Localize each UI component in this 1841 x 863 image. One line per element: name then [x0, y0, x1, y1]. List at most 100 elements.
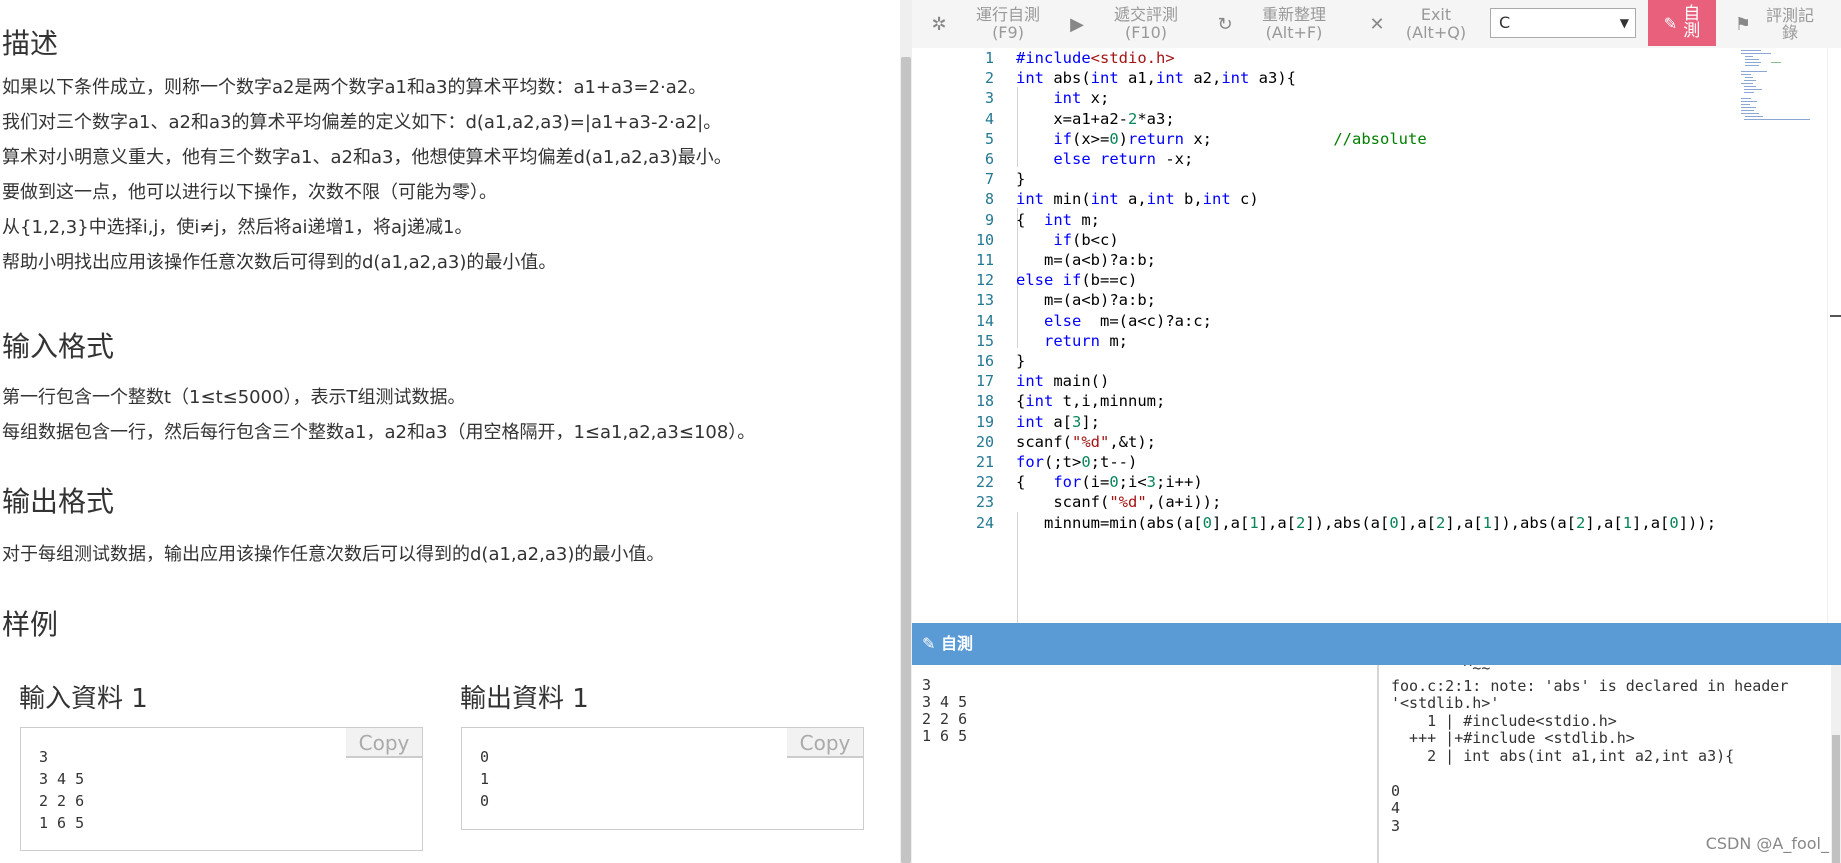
code-line: scanf("%d",&t);: [1016, 432, 1156, 451]
line-number: 1: [984, 49, 994, 67]
input-format-body: 第一行包含一个整数t（1≤t≤5000），表示T组测试数据。 每组数据包含一行，…: [0, 380, 755, 450]
line-number: 23: [975, 493, 994, 512]
format-label: 重新整理: [1261, 5, 1326, 24]
output-format-line: 对于每组测试数据，输出应用该操作任意次数后可以得到的d(a1,a2,a3)的最小…: [2, 544, 665, 565]
output-scrollbar[interactable]: [1831, 665, 1841, 863]
code-line: else return -x;: [1053, 150, 1194, 168]
copy-sample-input-button[interactable]: Copy: [346, 728, 422, 758]
line-number: 16: [975, 352, 994, 370]
refresh-icon: ↻: [1217, 13, 1233, 35]
self-test-output-text: ^~~ foo.c:2:1: note: 'abs' is declared i…: [1391, 665, 1789, 835]
sample-output-box: 0 1 0 Copy: [461, 727, 864, 830]
code-line: int main(): [1016, 372, 1110, 391]
records-label: 評測記 錄: [1766, 6, 1815, 42]
line-number: 22: [975, 473, 994, 492]
description-line: 帮助小明找出应用该操作任意次数后可得到的d(a1,a2,a3)的最小值。: [2, 252, 557, 273]
copy-sample-output-button[interactable]: Copy: [787, 728, 863, 758]
chevron-down-icon: ▼: [1619, 16, 1629, 30]
line-number: 14: [975, 311, 994, 330]
scroll-marker: [1830, 315, 1841, 317]
input-format-line: 每组数据包含一行，然后每行包含三个整数a1，a2和a3（用空格隔开，1≤a1,a…: [2, 422, 756, 443]
code-line: for(;t>0;t--): [1016, 453, 1138, 471]
line-number: 10: [975, 230, 994, 249]
run-self-test-button[interactable]: ✲ 運行自測 (F9): [928, 0, 1056, 48]
play-icon: ▶: [1070, 13, 1084, 35]
sample-input-box: 3 3 4 5 2 2 6 1 6 5 Copy: [20, 727, 423, 851]
submit-button[interactable]: ▶ 遞交評測 (F10): [1066, 0, 1194, 48]
gear-icon: ✲: [931, 13, 947, 35]
code-line: else m=(a<c)?a:c;: [1044, 311, 1212, 330]
output-format-heading: 输出格式: [2, 485, 115, 518]
language-select[interactable]: C ▼: [1490, 8, 1636, 38]
format-code-button[interactable]: ↻ 重新整理 (Alt+F): [1214, 0, 1342, 48]
code-line: minnum=min(abs(a[0],a[1],a[2]),abs(a[0],…: [1016, 513, 1717, 532]
code-line: else if(b==c): [1016, 271, 1138, 290]
code-area[interactable]: #include<stdio.h> int abs(int a1,int a2,i…: [1016, 48, 1716, 623]
line-number: 6: [984, 150, 994, 168]
sample-heading: 样例: [2, 608, 59, 641]
code-line: if(x>=0)return x; //absolute: [1053, 129, 1427, 148]
exit-label: Exit: [1420, 5, 1452, 24]
sample-input-title: 輸入資料 1: [19, 684, 148, 714]
sample-output-title: 輸出資料 1: [460, 684, 589, 714]
description-line: 从{1,2,3}中选择i,j，使i≠j，然后将ai递增1，将aj递减1。: [2, 217, 473, 238]
run-shortcut: (F9): [992, 23, 1024, 42]
code-line: return m;: [1044, 331, 1128, 350]
line-number: 17: [975, 372, 994, 391]
code-line: int x;: [1053, 89, 1110, 108]
exit-shortcut: (Alt+Q): [1405, 23, 1467, 42]
line-number: 24: [975, 513, 994, 532]
line-number: 12: [975, 271, 994, 290]
description-heading: 描述: [2, 27, 59, 60]
code-line: if(b<c): [1053, 230, 1119, 249]
description-line: 如果以下条件成立，则称一个数字a2是两个数字a1和a3的算术平均数：a1+a3=…: [2, 77, 707, 98]
input-format-heading: 输入格式: [2, 330, 115, 363]
line-number: 19: [975, 412, 994, 431]
pencil-icon: ✎: [1663, 13, 1678, 33]
pane-scrollbar-thumb[interactable]: [901, 57, 911, 863]
run-label: 運行自測: [975, 5, 1040, 24]
submit-label: 遞交評測: [1113, 5, 1178, 24]
pencil-icon: ✎: [922, 634, 941, 653]
ide-pane: ✲ 運行自測 (F9) ▶ 遞交評測 (F10) ↻ 重新整理 (Alt+F): [912, 0, 1841, 863]
exit-button[interactable]: ✕ Exit (Alt+Q): [1366, 0, 1474, 48]
editor-scrollbar[interactable]: [1827, 48, 1841, 623]
flag-icon: ⚑: [1734, 13, 1752, 35]
description-body: 如果以下条件成立，则称一个数字a2是两个数字a1和a3的算术平均数：a1+a3=…: [0, 70, 732, 280]
line-number: 11: [975, 251, 994, 269]
submit-shortcut: (F10): [1124, 23, 1168, 42]
line-number: 13: [975, 291, 994, 310]
self-test-panel: 3 3 4 5 2 2 6 1 6 5 ^~~ foo.c:2:1: note:…: [912, 665, 1841, 863]
self-test-button[interactable]: ✎ 自 測: [1648, 0, 1716, 46]
code-line: { int m;: [1016, 210, 1100, 229]
pane-scrollbar[interactable]: [900, 0, 912, 863]
minimap[interactable]: [1741, 48, 1821, 168]
code-line: {int t,i,minnum;: [1016, 392, 1166, 411]
line-number: 4: [984, 109, 994, 128]
self-test-panel-title: 自測: [940, 634, 973, 653]
code-line: scanf("%d",(a+i));: [1016, 493, 1222, 512]
code-line: #include<stdio.h>: [1016, 49, 1175, 67]
self-test-label: 自 測: [1683, 4, 1701, 41]
line-number: 7: [984, 170, 994, 189]
code-line: m=(a<b)?a:b;: [1016, 291, 1156, 310]
code-line: { for(i=0;i<3;i++): [1016, 473, 1203, 492]
output-scrollbar-thumb[interactable]: [1832, 735, 1840, 863]
description-line: 要做到这一点，他可以进行以下操作，次数不限（可能为零）。: [2, 182, 497, 203]
self-test-input[interactable]: 3 3 4 5 2 2 6 1 6 5: [912, 665, 1379, 863]
line-number: 8: [984, 190, 994, 209]
code-editor[interactable]: 1 2 3 4 5 6 7 8 9 10 11 12 13 14 15 16 17 18 19 20 21 22 23 24 …: [912, 48, 1841, 623]
output-format-body: 对于每组测试数据，输出应用该操作任意次数后可以得到的d(a1,a2,a3)的最小…: [0, 537, 664, 572]
self-test-panel-header: ✎ 自測: [912, 623, 1841, 665]
line-number: 20: [975, 432, 994, 451]
problem-pane: 描述 如果以下条件成立，则称一个数字a2是两个数字a1和a3的算术平均数：a1+…: [0, 0, 900, 863]
toolbar: ✲ 運行自測 (F9) ▶ 遞交評測 (F10) ↻ 重新整理 (Alt+F): [912, 0, 1841, 48]
line-number: 2: [984, 69, 994, 88]
input-format-line: 第一行包含一个整数t（1≤t≤5000），表示T组测试数据。: [2, 387, 466, 408]
code-line: int abs(int a1,int a2,int a3){: [1016, 69, 1296, 88]
line-number: 3: [984, 89, 994, 108]
code-line: int a[3];: [1016, 412, 1101, 431]
description-line: 算术对小明意义重大，他有三个数字a1、a2和a3，他想使算术平均偏差d(a1,a…: [2, 147, 732, 168]
code-line: }: [1016, 352, 1026, 370]
judge-records-button[interactable]: ⚑ 評測記 錄: [1730, 0, 1841, 48]
